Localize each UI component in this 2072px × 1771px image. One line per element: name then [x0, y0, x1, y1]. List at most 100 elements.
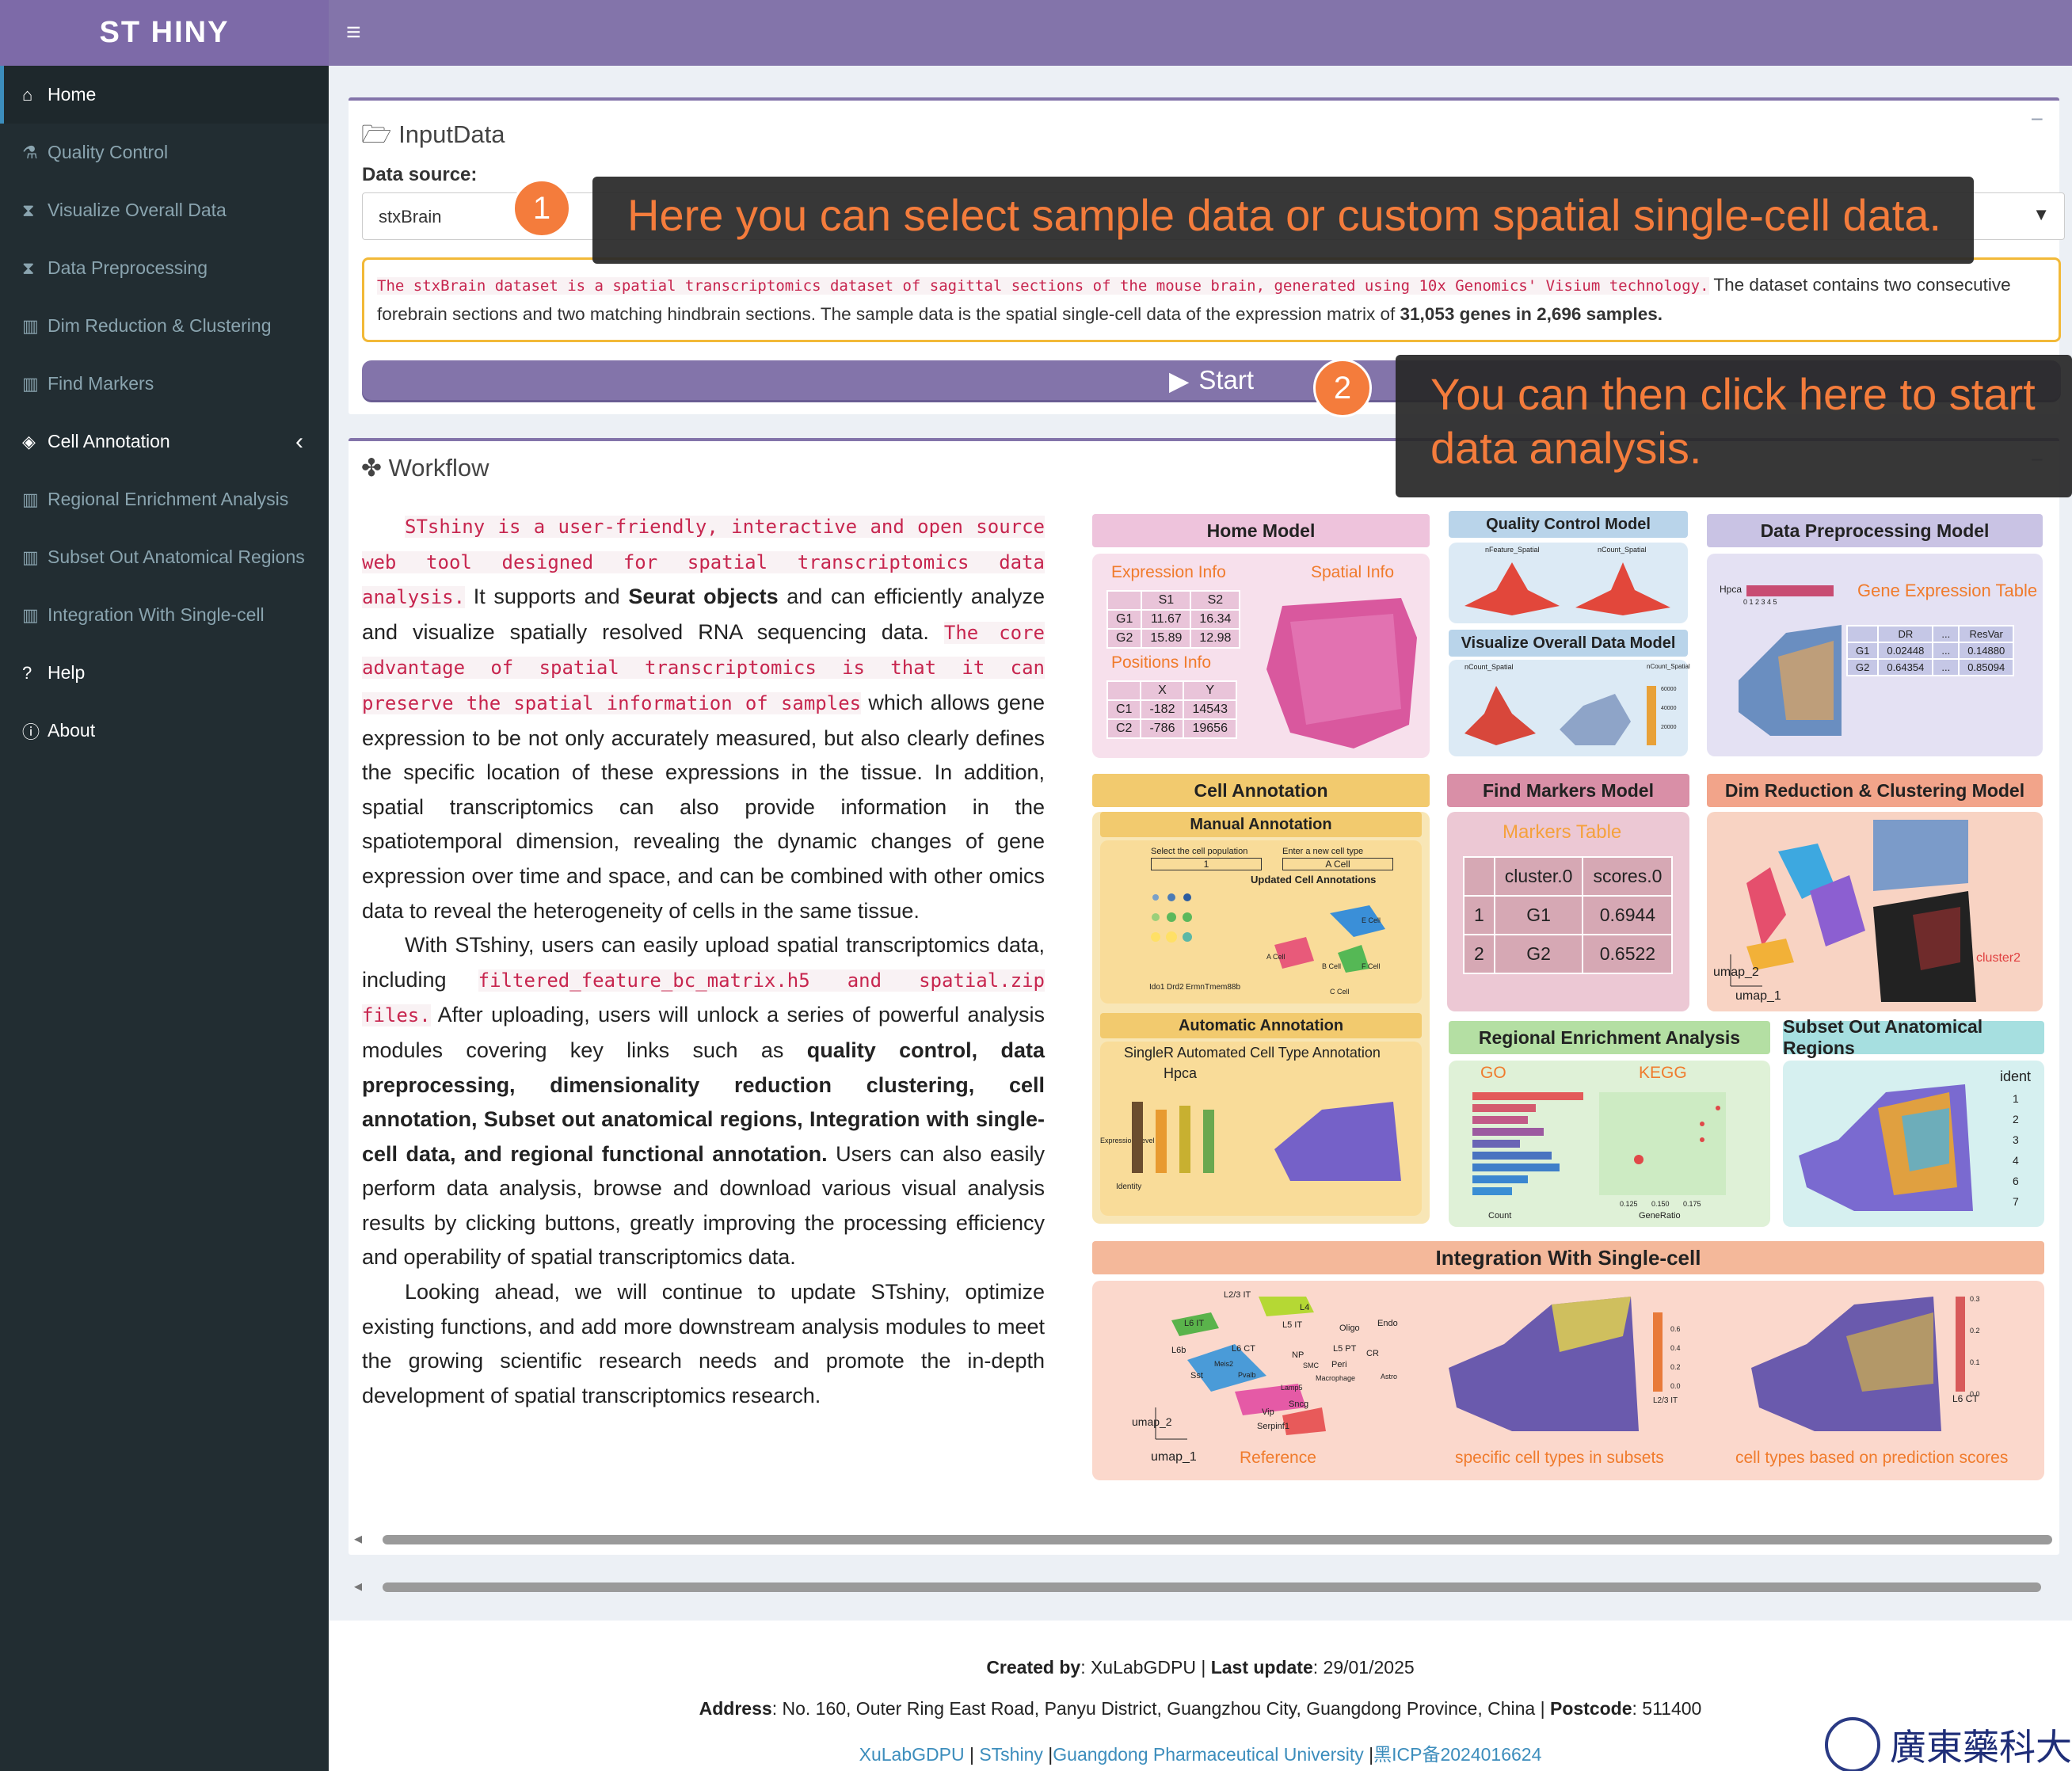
input-data-title: 🗁 InputData	[361, 116, 505, 158]
ident-level: 4	[2013, 1154, 2019, 1167]
text: : No. 160, Outer Ring East Road, Panyu D…	[771, 1698, 1550, 1719]
qc-sub-label: nCount_Spatial	[1598, 546, 1647, 554]
umap1-label: umap_1	[1151, 1450, 1197, 1464]
gene-label: Ermn	[1186, 983, 1205, 992]
footer-link-stshiny[interactable]: STshiny	[979, 1744, 1043, 1765]
scroll-left-arrow-icon[interactable]: ◂	[354, 1529, 362, 1548]
cluster-label: B Cell	[1322, 962, 1342, 970]
sidebar-item-find-markers[interactable]: ▥ Find Markers	[0, 355, 329, 413]
vis-tick: 40000	[1661, 706, 1677, 711]
specific-label: specific cell types in subsets	[1455, 1449, 1664, 1467]
integration-map-1	[1449, 1297, 1663, 1431]
hamburger-menu-icon[interactable]: ≡	[346, 17, 361, 47]
tooltip-step-2: You can then click here to start data an…	[1396, 355, 2072, 497]
label: Address	[699, 1698, 772, 1719]
celltype-label: Lamp5	[1281, 1384, 1303, 1392]
horizontal-scrollbar[interactable]: ◂ ▸	[354, 1529, 2072, 1548]
sidebar-item-home[interactable]: ⌂ Home	[0, 66, 329, 124]
sidebar-item-about[interactable]: ⓘ About	[0, 702, 329, 760]
step-badge-1: 1	[512, 179, 571, 238]
violin-plots	[1464, 562, 1670, 615]
footer-created: Created by: XuLabGDPU | Last update: 29/…	[329, 1657, 2072, 1678]
logo[interactable]: ST HINY	[0, 0, 329, 66]
go-label: GO	[1480, 1064, 1506, 1082]
scale-tick: 0.6	[1670, 1325, 1681, 1333]
subset-header: Subset Out Anatomical Regions	[1783, 1016, 2044, 1058]
footer-link-icp[interactable]: 黑ICP备2024016624	[1373, 1744, 1541, 1765]
scrollbar-thumb[interactable]	[383, 1535, 2052, 1544]
workflow-description: STshiny is a user-friendly, interactive …	[362, 509, 1046, 1413]
vis-panel: nCount_Spatial nCount_Spatial 60000 4000…	[1449, 660, 1690, 756]
integration-map-2	[1751, 1297, 1965, 1431]
umap-plot	[1730, 820, 1976, 1002]
scroll-left-arrow-icon[interactable]: ◂	[354, 1576, 362, 1596]
paragraph: Looking ahead, we will continue to updat…	[362, 1280, 1045, 1407]
sidebar-item-label: Integration With Single-cell	[48, 604, 265, 625]
footer: Created by: XuLabGDPU | Last update: 29/…	[329, 1621, 2072, 1771]
cell-annotation-panel: Manual Annotation Select the cell popula…	[1092, 812, 1430, 1224]
bar-chart-icon: ▥	[22, 489, 39, 509]
scrollbar-thumb[interactable]	[383, 1582, 2041, 1592]
university-seal-icon	[1825, 1717, 1880, 1771]
count-label: Count	[1488, 1211, 1512, 1221]
step-badge-2: 2	[1313, 359, 1372, 417]
tooltip-step-1: Here you can select sample data or custo…	[592, 177, 1974, 264]
celltype-label: Macrophage	[1316, 1374, 1356, 1382]
bold-text: Seurat objects	[628, 585, 779, 609]
sidebar-item-data-preprocessing[interactable]: ⧗ Data Preprocessing	[0, 239, 329, 297]
vis-tick: 20000	[1661, 725, 1677, 730]
singler-hpca-label: Hpca	[1164, 1065, 1198, 1081]
generatio-tick: 0.125	[1620, 1200, 1638, 1208]
manual-select-label: Select the cell population	[1151, 847, 1248, 856]
preprocessing-header: Data Preprocessing Model	[1707, 514, 2043, 547]
celltype-label: L4	[1300, 1303, 1310, 1312]
info-circle-icon: ⓘ	[22, 722, 40, 742]
sidebar-item-visualize-overall-data[interactable]: ⧗ Visualize Overall Data	[0, 181, 329, 239]
text: It supports and	[465, 585, 629, 609]
horizontal-scrollbar[interactable]: ◂ ▸	[354, 1576, 2072, 1596]
sidebar-item-quality-control[interactable]: ⚗ Quality Control	[0, 124, 329, 181]
umap1-label: umap_1	[1735, 989, 1781, 1003]
markers-table: cluster.0 scores.0 1 G1 0.6944 2 G2 0.6522	[1463, 856, 1674, 974]
sidebar-item-cell-annotation[interactable]: ◈ Cell Annotation ‹	[0, 413, 329, 470]
footer-link-xulab[interactable]: XuLabGDPU	[859, 1744, 965, 1765]
cell-annotation-header: Cell Annotation	[1092, 774, 1430, 807]
gene-label: Ido1	[1149, 983, 1165, 992]
ident-level: 6	[2013, 1175, 2019, 1187]
celltype-label: Sncg	[1289, 1400, 1309, 1409]
start-label: Start	[1198, 365, 1255, 394]
celltype-label: Sst	[1190, 1371, 1203, 1381]
text: which allows gene expression to be not o…	[362, 690, 1045, 923]
find-markers-panel: Markers Table cluster.0 scores.0 1 G1 0.694…	[1447, 812, 1689, 1011]
cluster-label: A Cell	[1266, 953, 1285, 961]
sidebar-item-regional-enrichment[interactable]: ▥ Regional Enrichment Analysis	[0, 470, 329, 528]
singler-plots	[1132, 1102, 1401, 1181]
logo-text: ST HINY	[99, 16, 230, 49]
cluster-label: E Cell	[1362, 916, 1381, 924]
celltype-label: L5 IT	[1282, 1320, 1303, 1330]
sidebar-item-label: Subset Out Anatomical Regions	[48, 547, 305, 567]
sidebar-item-dim-reduction[interactable]: ▥ Dim Reduction & Clustering	[0, 297, 329, 355]
top-navbar: ≡	[329, 0, 2072, 66]
collapse-button[interactable]: −	[2031, 107, 2043, 132]
sidebar-item-subset-out[interactable]: ▥ Subset Out Anatomical Regions	[0, 528, 329, 586]
sidebar-item-help[interactable]: ? Help	[0, 644, 329, 702]
bar-chart-icon: ▥	[22, 547, 39, 567]
folder-open-icon: 🗁	[361, 120, 392, 148]
footer-link-gdpu[interactable]: Guangdong Pharmaceutical University	[1053, 1744, 1363, 1765]
ident-level: 2	[2013, 1113, 2019, 1125]
bar-chart-icon: ▥	[22, 315, 39, 336]
sidebar: ST HINY ⌂ Home ⚗ Quality Control ⧗ Visualiz…	[0, 0, 329, 1771]
sidebar-item-integration[interactable]: ▥ Integration With Single-cell	[0, 586, 329, 644]
celltype-label: Oligo	[1339, 1323, 1360, 1333]
scale-tick: 0.4	[1670, 1344, 1681, 1352]
manual-annotation-panel: Select the cell population Enter a new c…	[1100, 840, 1422, 1004]
hourglass-icon: ⧗	[22, 257, 35, 278]
bar-chart-icon: ▥	[22, 373, 39, 394]
celltype-label: Astro	[1381, 1373, 1398, 1381]
cluster-label: F Cell	[1362, 962, 1381, 970]
paragraph: With STshiny, users can easily upload sp…	[362, 928, 1046, 1275]
celltype-label: L2/3 IT	[1224, 1290, 1251, 1300]
celltype-label: Serpinf1	[1257, 1422, 1289, 1431]
celltype-label: Meis2	[1214, 1360, 1234, 1368]
